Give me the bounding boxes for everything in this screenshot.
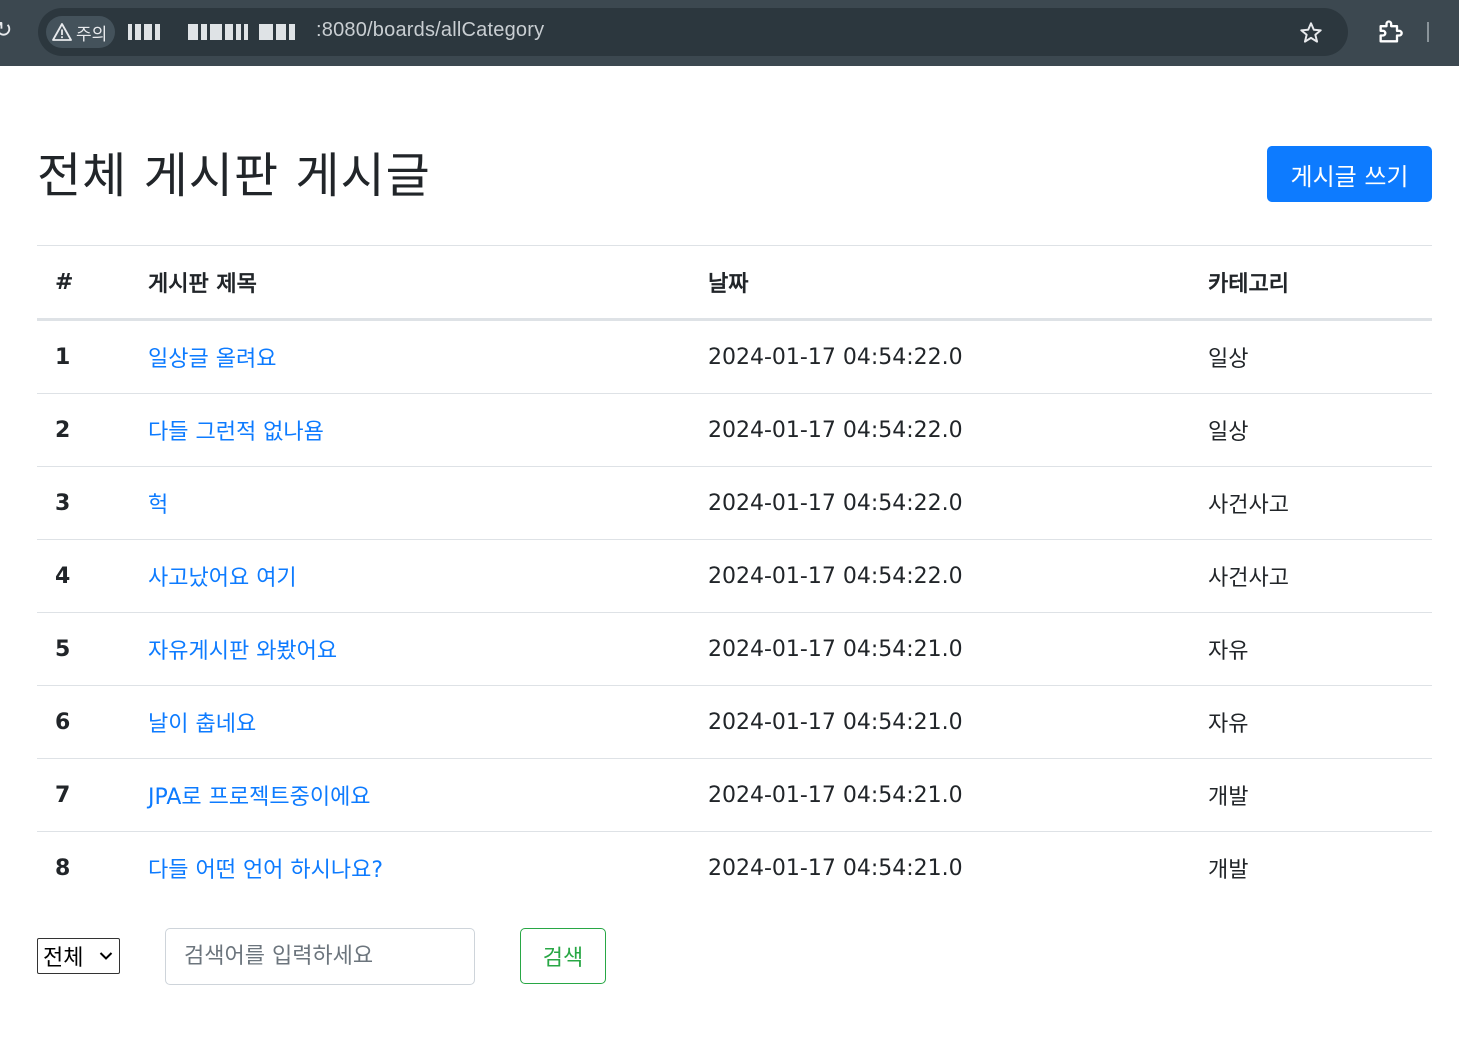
table-row: 2 다들 그런적 없나욤 2024-01-17 04:54:22.0 일상 (37, 393, 1432, 467)
redacted-host (128, 20, 160, 44)
security-chip[interactable]: 주의 (46, 16, 116, 48)
page-title: 전체 게시판 게시글 (37, 148, 431, 204)
row-category: 자유 (1208, 685, 1432, 759)
row-date: 2024-01-17 04:54:22.0 (708, 319, 1208, 394)
row-category: 개발 (1208, 858, 1249, 883)
reload-icon[interactable]: ↻ (0, 18, 12, 44)
row-number: 8 (55, 855, 71, 881)
search-type-value: 전체 (43, 946, 84, 971)
row-category: 일상 (1208, 319, 1432, 394)
post-title-link[interactable]: 다들 어떤 언어 하시나요? (148, 858, 383, 883)
row-date: 2024-01-17 04:54:21.0 (708, 612, 1208, 686)
row-number: 7 (37, 758, 148, 832)
row-number: 4 (37, 539, 148, 613)
search-type-select[interactable]: 전체 (37, 938, 120, 974)
address-bar[interactable]: 주의 :8080/boards/allCategory (38, 8, 1348, 56)
search-button[interactable]: 검색 (520, 928, 606, 984)
write-post-button[interactable]: 게시글 쓰기 (1267, 146, 1432, 202)
header-category: 카테고리 (1208, 245, 1432, 321)
table-row: 3 헉 2024-01-17 04:54:22.0 사건사고 (37, 466, 1432, 540)
row-category: 자유 (1208, 612, 1432, 686)
post-title-link[interactable]: JPA로 프로젝트중이에요 (148, 785, 371, 810)
chevron-down-icon (99, 952, 113, 960)
row-date: 2024-01-17 04:54:22.0 (708, 393, 1208, 467)
redacted-host (188, 20, 295, 44)
header-date: 날짜 (708, 245, 1208, 321)
row-date: 2024-01-17 04:54:21.0 (708, 758, 1208, 832)
puzzle-icon[interactable] (1376, 18, 1404, 46)
warning-triangle-icon (52, 23, 72, 41)
post-title-link[interactable]: 사고났어요 여기 (148, 566, 297, 591)
post-title-link[interactable]: 자유게시판 와봤어요 (148, 639, 337, 664)
table-header-row: # 게시판 제목 날짜 카테고리 (37, 245, 1432, 321)
row-number: 2 (37, 393, 148, 467)
toolbar-divider (1427, 22, 1429, 42)
row-category: 일상 (1208, 393, 1432, 467)
row-number: 1 (37, 319, 148, 394)
row-number: 5 (37, 612, 148, 686)
row-date: 2024-01-17 04:54:22.0 (708, 539, 1208, 613)
search-input[interactable] (165, 928, 475, 985)
table-row: 7 JPA로 프로젝트중이에요 2024-01-17 04:54:21.0 개발 (37, 758, 1432, 832)
star-icon[interactable] (1298, 20, 1324, 46)
table-row: 6 날이 춥네요 2024-01-17 04:54:21.0 자유 (37, 685, 1432, 759)
row-date: 2024-01-17 04:54:21.0 (708, 855, 963, 881)
row-category: 사건사고 (1208, 466, 1432, 540)
header-title: 게시판 제목 (148, 245, 708, 321)
row-date: 2024-01-17 04:54:21.0 (708, 685, 1208, 759)
post-title-link[interactable]: 날이 춥네요 (148, 712, 256, 737)
post-title-link[interactable]: 다들 그런적 없나욤 (148, 420, 324, 445)
row-category: 사건사고 (1208, 539, 1432, 613)
table-row: 5 자유게시판 와봤어요 2024-01-17 04:54:21.0 자유 (37, 612, 1432, 686)
post-title-link[interactable]: 헉 (148, 493, 168, 518)
row-number: 3 (37, 466, 148, 540)
row-date: 2024-01-17 04:54:22.0 (708, 466, 1208, 540)
row-number: 6 (37, 685, 148, 759)
security-label: 주의 (76, 24, 108, 45)
post-title-link[interactable]: 일상글 올려요 (148, 347, 276, 372)
header-number: # (37, 245, 148, 321)
row-category: 개발 (1208, 758, 1432, 832)
table-row: 8 다들 어떤 언어 하시나요? 2024-01-17 04:54:21.0 개… (37, 832, 1432, 905)
board-table: # 게시판 제목 날짜 카테고리 1 일상글 올려요 2024-01-17 04… (37, 245, 1432, 904)
url-text[interactable]: :8080/boards/allCategory (316, 19, 544, 42)
browser-toolbar: ↻ 주의 :8080/boards/allCategory (0, 0, 1459, 66)
table-row: 1 일상글 올려요 2024-01-17 04:54:22.0 일상 (37, 319, 1432, 394)
table-row: 4 사고났어요 여기 2024-01-17 04:54:22.0 사건사고 (37, 539, 1432, 613)
